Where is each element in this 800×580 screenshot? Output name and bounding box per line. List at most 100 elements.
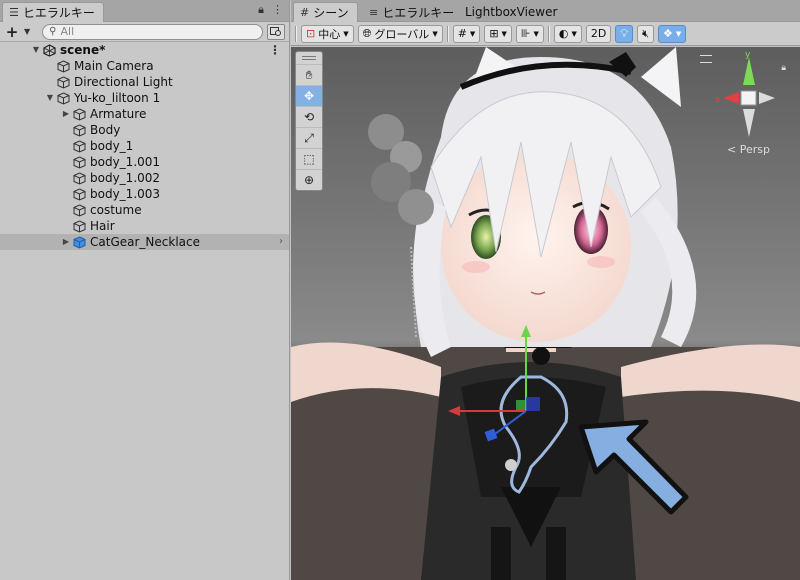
- chevron-down-icon[interactable]: ▼: [24, 27, 30, 36]
- grid-snap-button[interactable]: # ▼: [452, 24, 481, 43]
- transform-tool-button[interactable]: ⊕: [296, 169, 322, 190]
- chevron-down-icon[interactable]: ▼: [30, 42, 42, 58]
- hierarchy-item[interactable]: body_1.002: [0, 170, 289, 186]
- shading-sphere-icon: ◐: [558, 27, 569, 40]
- snap-icon: ⊞: [489, 27, 499, 40]
- hierarchy-item-label: Body: [90, 123, 121, 137]
- hierarchy-tab-controls: 🔒︎ ⋮: [258, 3, 283, 17]
- add-object-button[interactable]: +: [4, 23, 20, 41]
- hierarchy-item[interactable]: body_1.001: [0, 154, 289, 170]
- rotate-tool-button[interactable]: ⟲: [296, 106, 322, 127]
- svg-text:y: y: [745, 50, 751, 60]
- effects-dropdown[interactable]: ❖ ▼: [658, 24, 687, 43]
- hierarchy-item-label: Directional Light: [74, 75, 173, 89]
- tab-hierarchy[interactable]: ☰ ヒエラルキー: [2, 2, 104, 22]
- tab-scene[interactable]: # シーン: [293, 2, 358, 22]
- overlay-menu-icon[interactable]: [700, 55, 712, 63]
- snap-settings-button[interactable]: ⊪ ▼: [515, 24, 544, 43]
- list-icon: ☰: [9, 6, 19, 19]
- gameobject-cube-icon: [72, 171, 86, 185]
- global-dropdown[interactable]: 🌐︎ グローバル ▼: [357, 24, 443, 43]
- hierarchy-item-label: body_1.003: [90, 187, 161, 201]
- hand-tool-button[interactable]: ✋︎: [296, 64, 322, 85]
- scale-icon: ⤢: [304, 130, 314, 145]
- hierarchy-item-label: body_1.001: [90, 155, 161, 169]
- dress-strap-right: [546, 527, 566, 580]
- persp-label[interactable]: < Persp: [727, 143, 770, 156]
- hierarchy-item[interactable]: ▶ CatGear_Necklace ›: [0, 234, 289, 250]
- gameobject-cube-icon: [72, 187, 86, 201]
- choker-bell: [532, 347, 550, 365]
- scene-viewport[interactable]: y x ✋︎ ✥ ⟲ ⤢ ⬚ ⊕ 🔒︎ < Persp: [291, 47, 800, 580]
- rect-tool-button[interactable]: ⬚: [296, 148, 322, 169]
- hierarchy-item[interactable]: Body: [0, 122, 289, 138]
- scale-tool-button[interactable]: ⤢: [296, 127, 322, 148]
- dress-strap-left: [491, 527, 511, 580]
- hierarchy-item[interactable]: Hair: [0, 218, 289, 234]
- chevron-down-icon: ▼: [533, 29, 539, 38]
- svg-text:x: x: [715, 95, 721, 105]
- toggle-2d-button[interactable]: 2D: [585, 24, 612, 43]
- ruler-icon: ⊪: [520, 27, 531, 40]
- hierarchy-item[interactable]: Directional Light: [0, 74, 289, 90]
- hierarchy-item[interactable]: body_1: [0, 138, 289, 154]
- rotate-icon: ⟲: [303, 110, 315, 124]
- chevron-down-icon[interactable]: ▼: [44, 90, 56, 106]
- pivot-dropdown[interactable]: ⊡ 中心 ▼: [301, 24, 354, 43]
- kebab-menu-icon[interactable]: ⋮: [272, 3, 283, 17]
- unity-editor: ☰ ヒエラルキー 🔒︎ ⋮ + ▼ ⚲ ▼: [0, 0, 800, 580]
- persp-text: Persp: [739, 143, 770, 156]
- necklace-pendant: [505, 459, 517, 471]
- light-bulb-icon: 💡︎: [620, 26, 629, 40]
- tab-hierarchy-2[interactable]: ≡ ヒエラルキー: [363, 2, 462, 22]
- palette-grip[interactable]: [302, 56, 316, 60]
- move-tool-button[interactable]: ✥: [296, 85, 322, 106]
- list-icon: ≡: [369, 5, 379, 19]
- hierarchy-toolbar: + ▼ ⚲: [0, 22, 289, 42]
- increment-snap-button[interactable]: ⊞ ▼: [484, 24, 512, 43]
- hierarchy-item[interactable]: costume: [0, 202, 289, 218]
- lighting-toggle-button[interactable]: 💡︎: [615, 24, 634, 43]
- scene-row[interactable]: ▼ scene* ⋮: [0, 42, 289, 58]
- search-input[interactable]: [60, 25, 256, 38]
- hierarchy-tabbar: ☰ ヒエラルキー 🔒︎ ⋮: [0, 0, 289, 22]
- hierarchy-item-label: body_1.002: [90, 171, 161, 185]
- hierarchy-item[interactable]: body_1.003: [0, 186, 289, 202]
- toolbar-separator: [547, 25, 550, 42]
- chevron-down-icon: ▼: [501, 29, 507, 38]
- shading-mode-dropdown[interactable]: ◐ ▼: [553, 24, 582, 43]
- move-icon: ✥: [303, 89, 315, 103]
- mute-icon: 🔇︎: [642, 26, 650, 40]
- hand-icon: ✋︎: [305, 67, 313, 82]
- hierarchy-item-label: Armature: [90, 107, 147, 121]
- gameobject-cube-icon: [72, 203, 86, 217]
- scene-render: y x: [291, 47, 800, 580]
- chevron-right-icon[interactable]: ▶: [60, 234, 72, 250]
- hierarchy-item-label: Yu-ko_liltoon 1: [74, 91, 161, 105]
- grid-icon: #: [300, 6, 310, 19]
- blush-right: [587, 256, 615, 268]
- chevron-right-icon[interactable]: ▶: [60, 106, 72, 122]
- gameobject-cube-icon: [72, 219, 86, 233]
- pivot-label: 中心: [318, 27, 341, 41]
- scene-toolbar: ⊡ 中心 ▼ 🌐︎ グローバル ▼ # ▼ ⊞ ▼ ⊪ ▼ ◐ ▼ 2D 💡︎ …: [291, 22, 800, 46]
- hierarchy-item[interactable]: ▶ Armature: [0, 106, 289, 122]
- scene-kebab-icon[interactable]: ⋮: [269, 42, 281, 58]
- tab-hierarchy-label: ヒエラルキー: [22, 6, 95, 20]
- scene-visibility-button[interactable]: [267, 23, 285, 40]
- tab-lightbox-viewer[interactable]: LightboxViewer: [459, 2, 565, 22]
- hierarchy-item[interactable]: ▼ Yu-ko_liltoon 1: [0, 90, 289, 106]
- chevron-down-icon: ▼: [675, 29, 682, 38]
- layers-icon: ❖: [663, 27, 673, 40]
- global-label: グローバル: [374, 27, 430, 41]
- hierarchy-search[interactable]: ⚲: [42, 23, 263, 40]
- chevron-right-icon[interactable]: ›: [279, 234, 283, 250]
- gizmo-lock-icon[interactable]: 🔒︎: [781, 63, 786, 73]
- scene-search-icon: [270, 26, 281, 36]
- hierarchy-item[interactable]: Main Camera: [0, 58, 289, 74]
- gameobject-cube-icon: [56, 91, 70, 105]
- grid-icon: #: [457, 27, 467, 40]
- lock-icon[interactable]: 🔒︎: [258, 3, 264, 17]
- hierarchy-item-label: CatGear_Necklace: [90, 235, 200, 249]
- audio-toggle-button[interactable]: 🔇︎: [637, 24, 655, 43]
